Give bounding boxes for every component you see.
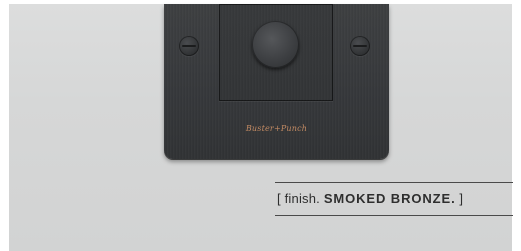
dimmer-knob <box>252 21 299 68</box>
caption-rule-bottom <box>275 215 513 216</box>
caption-open-bracket: [ <box>277 191 281 206</box>
brand-logo: Buster+Punch <box>245 124 308 133</box>
finish-caption: [ finish. SMOKED BRONZE. ] <box>275 182 513 216</box>
dimmer-module <box>219 4 333 101</box>
caption-prefix: finish. <box>284 191 320 206</box>
screw-left-icon <box>179 36 199 56</box>
photo-canvas: Buster+Punch [ finish. SMOKED BRONZE. ] <box>0 0 521 251</box>
caption-close-bracket: ] <box>459 191 464 206</box>
screw-right-icon <box>350 36 370 56</box>
caption-finish-name: SMOKED BRONZE. <box>323 191 456 206</box>
wall-background: Buster+Punch [ finish. SMOKED BRONZE. ] <box>9 4 513 251</box>
caption-text: [ finish. SMOKED BRONZE. ] <box>277 191 513 206</box>
switch-plate: Buster+Punch <box>164 4 389 159</box>
caption-rule-top <box>275 182 513 183</box>
